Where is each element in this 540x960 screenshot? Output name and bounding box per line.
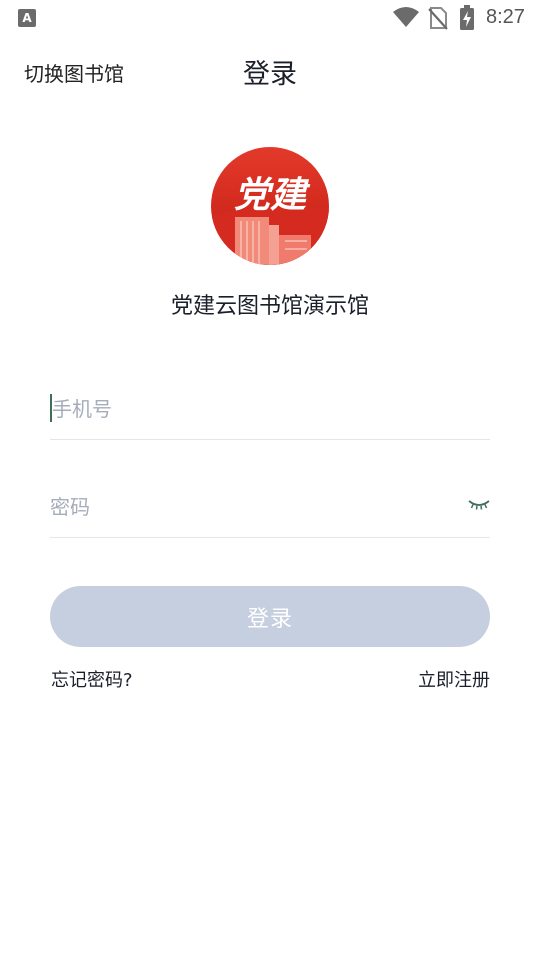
- login-screen: A 8:27 切换图书馆 登录 党建 党建云图书馆演示馆 手机号 登录 忘记密码…: [0, 0, 540, 960]
- password-input[interactable]: [50, 478, 460, 536]
- clock: 8:27: [486, 6, 525, 28]
- library-logo: 党建: [211, 147, 329, 265]
- notification-icon: A: [18, 9, 36, 27]
- phone-field[interactable]: [50, 380, 490, 440]
- phone-input[interactable]: [50, 380, 460, 438]
- eye-closed-icon[interactable]: [468, 498, 490, 512]
- party-logo-icon: 党建: [211, 147, 329, 265]
- register-link[interactable]: 立即注册: [418, 666, 490, 692]
- forgot-password-link[interactable]: 忘记密码?: [51, 666, 133, 692]
- page-title: 登录: [243, 59, 297, 90]
- login-button[interactable]: 登录: [50, 586, 490, 647]
- status-bar: A 8:27: [0, 0, 540, 36]
- no-sim-icon: [428, 7, 448, 30]
- logo-text: 党建: [234, 175, 311, 216]
- wifi-icon: [393, 7, 419, 27]
- password-field[interactable]: [50, 478, 490, 538]
- library-name: 党建云图书馆演示馆: [170, 294, 369, 319]
- battery-charging-icon: [460, 5, 474, 30]
